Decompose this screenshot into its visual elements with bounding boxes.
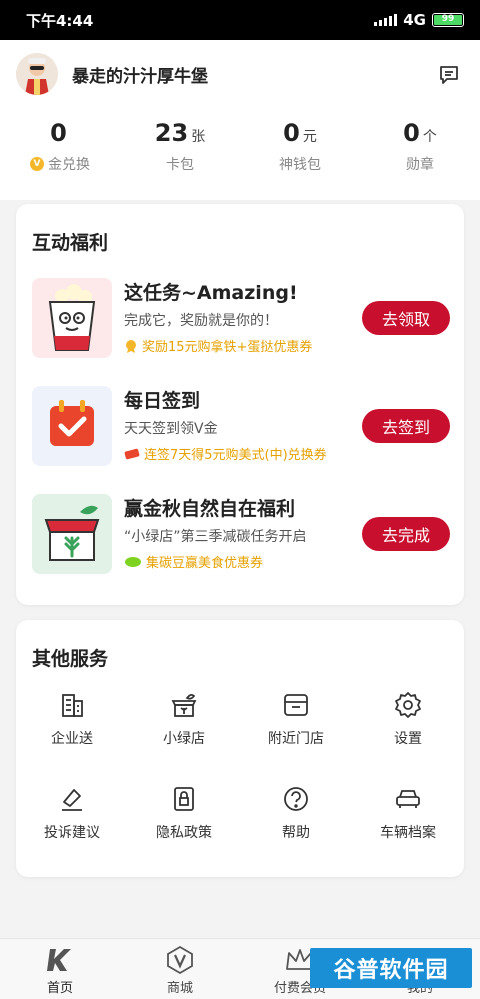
stat-value: 0 (403, 119, 420, 147)
profile-header: 暴走的汁汁厚牛堡 0 V 金兑换 23 张 卡包 0元 神钱包 0个 勋章 (0, 40, 480, 200)
stat-label: 神钱包 (279, 157, 321, 173)
stat-medals[interactable]: 0个 勋章 (360, 118, 480, 174)
feedback-icon (62, 789, 82, 811)
service-label: 投诉建议 (44, 825, 100, 841)
stats-row: 0 V 金兑换 23 张 卡包 0元 神钱包 0个 勋章 (0, 118, 480, 174)
task-title: 这任务~Amazing! (124, 282, 298, 304)
task-button[interactable]: 去领取 (362, 301, 450, 335)
task-item: 赢金秋自然自在福利 “小绿店”第三季减碳任务开启 集碳豆赢美食优惠券 去完成 (16, 494, 464, 584)
help-icon (284, 787, 308, 811)
service-label: 隐私政策 (156, 825, 212, 841)
task-reward: 奖励15元购拿铁+蛋挞优惠券 (124, 336, 312, 355)
battery-icon: 99 (432, 13, 464, 27)
task-title: 赢金秋自然自在福利 (124, 498, 296, 520)
status-icons: 4G 99 (374, 11, 464, 29)
v-coin-icon: V (30, 157, 44, 171)
home-k-icon (47, 949, 71, 971)
stat-card-wallet[interactable]: 23 张 卡包 (120, 118, 240, 174)
message-icon[interactable] (438, 64, 460, 90)
stat-label: 勋章 (406, 157, 434, 173)
task-title: 每日签到 (124, 390, 201, 412)
task-desc: 天天签到领V金 (124, 421, 218, 437)
service-label: 设置 (394, 731, 422, 747)
service-enterprise[interactable]: 企业送 (16, 684, 128, 756)
popcorn-cup-icon (32, 278, 112, 358)
service-label: 附近门店 (268, 731, 324, 747)
calendar-check-icon (32, 386, 112, 466)
stat-unit: 元 (302, 129, 317, 145)
service-nearby-stores[interactable]: 附近门店 (240, 684, 352, 756)
task-desc: 完成它，奖励就是你的！ (124, 313, 278, 329)
service-label: 帮助 (282, 825, 310, 841)
bean-icon (125, 556, 141, 567)
service-feedback[interactable]: 投诉建议 (16, 778, 128, 850)
services-grid: 企业送 小绿店 附近门店 设置 投诉建议 隐私政策 帮助 车辆档案 (16, 684, 464, 850)
signal-icon (374, 14, 398, 26)
green-store-icon (171, 693, 197, 717)
task-reward: 连签7天得5元购美式(中)兑换券 (124, 444, 327, 463)
tab-label: 商城 (166, 981, 193, 996)
stat-value: 0 (50, 119, 67, 147)
tab-mall[interactable]: 商城 (120, 939, 240, 999)
task-reward-text: 集碳豆赢美食优惠券 (146, 556, 264, 571)
watermark-logo: 谷普软件园 (310, 948, 472, 988)
welfare-card: 互动福利 这任务~Amazing! 完成它，奖励就是你的！ 奖励15元购拿铁+蛋… (16, 204, 464, 605)
stat-label: 卡包 (166, 157, 194, 173)
car-icon (396, 790, 420, 808)
battery-level: 99 (434, 15, 462, 25)
service-vehicle-records[interactable]: 车辆档案 (352, 778, 464, 850)
privacy-icon (174, 787, 194, 811)
mall-v-icon (167, 945, 193, 975)
service-label: 小绿店 (163, 731, 205, 747)
green-store-icon (32, 494, 112, 574)
service-privacy[interactable]: 隐私政策 (128, 778, 240, 850)
ticket-icon (124, 448, 140, 459)
stat-unit: 张 (191, 129, 206, 145)
stat-value: 23 (154, 119, 189, 147)
task-reward: 集碳豆赢美食优惠券 (124, 552, 263, 571)
service-label: 车辆档案 (380, 825, 436, 841)
status-bar: 下午4:44 4G 99 (0, 0, 480, 40)
avatar[interactable] (16, 53, 58, 95)
services-card: 其他服务 企业送 小绿店 附近门店 设置 投诉建议 隐私政策 帮助 车辆档案 (16, 620, 464, 877)
tab-label: 首页 (46, 981, 73, 996)
service-help[interactable]: 帮助 (240, 778, 352, 850)
task-button[interactable]: 去签到 (362, 409, 450, 443)
task-desc: “小绿店”第三季减碳任务开启 (124, 529, 307, 545)
stat-gold-exchange[interactable]: 0 V 金兑换 (0, 118, 120, 174)
section-title: 互动福利 (32, 232, 109, 254)
task-item: 这任务~Amazing! 完成它，奖励就是你的！ 奖励15元购拿铁+蛋挞优惠券 … (16, 278, 464, 368)
tab-home[interactable]: 首页 (0, 939, 120, 999)
stat-value: 0 (283, 119, 300, 147)
task-reward-text: 连签7天得5元购美式(中)兑换券 (144, 448, 327, 463)
gear-icon (395, 692, 421, 718)
network-type: 4G (403, 11, 426, 29)
stat-unit: 个 (422, 129, 437, 145)
task-button[interactable]: 去完成 (362, 517, 450, 551)
service-label: 企业送 (51, 731, 93, 747)
service-green-store[interactable]: 小绿店 (128, 684, 240, 756)
task-item: 每日签到 天天签到领V金 连签7天得5元购美式(中)兑换券 去签到 (16, 386, 464, 476)
username[interactable]: 暴走的汁汁厚牛堡 (72, 62, 208, 87)
stat-label: 金兑换 (48, 157, 90, 173)
store-icon (284, 694, 308, 716)
status-time: 下午4:44 (26, 11, 94, 30)
task-reward-text: 奖励15元购拿铁+蛋挞优惠券 (142, 340, 313, 355)
stat-money-wallet[interactable]: 0元 神钱包 (240, 118, 360, 174)
service-settings[interactable]: 设置 (352, 684, 464, 756)
building-icon (62, 694, 83, 717)
medal-icon (126, 339, 136, 353)
section-title: 其他服务 (32, 648, 109, 670)
